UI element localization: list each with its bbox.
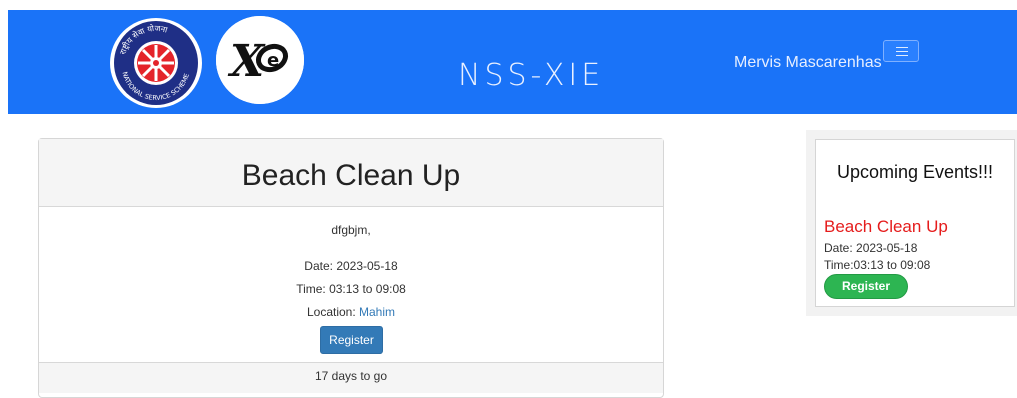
upcoming-event-name[interactable]: Beach Clean Up	[824, 217, 948, 237]
xie-logo[interactable]: X e	[216, 16, 304, 104]
brand-title[interactable]: NSS-XIE	[458, 58, 604, 93]
menu-toggle-button[interactable]	[883, 40, 919, 62]
countdown-footer: 17 days to go	[39, 362, 663, 393]
user-name[interactable]: Mervis Mascarenhas	[734, 54, 882, 72]
event-location: Location: Mahim	[39, 305, 663, 319]
hamburger-icon	[896, 47, 908, 48]
nss-emblem-icon: राष्ट्रीय सेवा योजना NATIONAL SERVICE SC…	[112, 19, 200, 107]
nss-logo[interactable]: राष्ट्रीय सेवा योजना NATIONAL SERVICE SC…	[110, 18, 202, 108]
location-link[interactable]: Mahim	[359, 305, 395, 319]
event-time: Time: 03:13 to 09:08	[296, 282, 406, 296]
upcoming-events-title: Upcoming Events!!!	[836, 162, 994, 182]
upcoming-event-date: Date: 2023-05-18	[824, 241, 918, 255]
event-title: Beach Clean Up	[39, 139, 663, 207]
upcoming-events-panel: Upcoming Events!!! Beach Clean Up Date: …	[815, 139, 1015, 307]
location-label: Location:	[306, 305, 360, 319]
svg-text:e: e	[267, 50, 279, 71]
event-details: dfgbjm, Date: 2023-05-18 Time: 03:13 to …	[39, 207, 663, 362]
sidebar-register-button[interactable]: Register	[824, 274, 908, 299]
navbar: राष्ट्रीय सेवा योजना NATIONAL SERVICE SC…	[8, 10, 1017, 114]
upcoming-event-time: Time:03:13 to 09:08	[824, 258, 931, 272]
event-date: Date: 2023-05-18	[304, 259, 398, 273]
register-button[interactable]: Register	[320, 326, 383, 354]
xie-emblem-icon: X e	[216, 16, 304, 104]
event-card: Beach Clean Up dfgbjm, Date: 2023-05-18 …	[38, 138, 664, 398]
event-description: dfgbjm,	[331, 223, 371, 237]
